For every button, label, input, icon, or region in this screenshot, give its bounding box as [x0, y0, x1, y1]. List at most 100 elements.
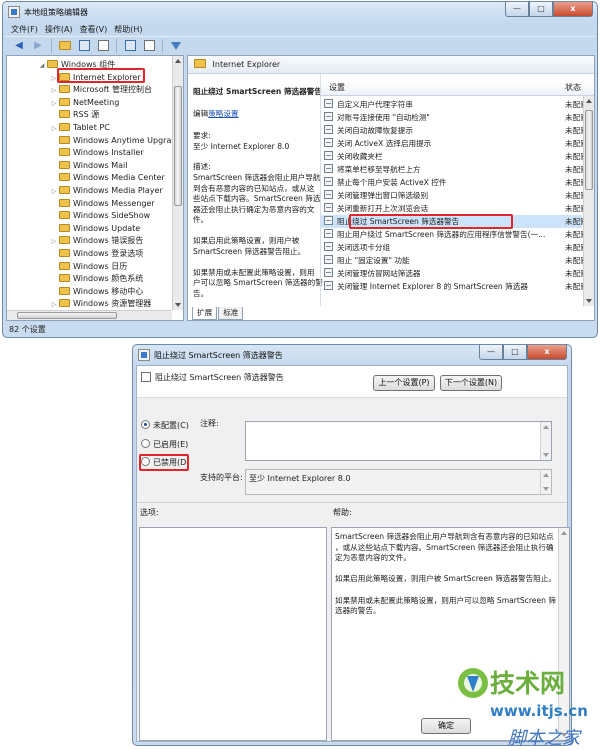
- list-scrollbar[interactable]: [583, 96, 594, 306]
- export-list-icon[interactable]: [95, 39, 111, 53]
- dialog-minimize-button[interactable]: —: [479, 345, 503, 360]
- tree-item[interactable]: Windows Messenger: [49, 197, 155, 210]
- tree-item[interactable]: Windows 颜色系统: [49, 272, 143, 285]
- policy-setting-icon: [324, 99, 333, 108]
- setting-row[interactable]: 阻止 "固定设置" 功能 未配置: [321, 254, 588, 267]
- tree-item[interactable]: ▷ Tablet PC: [49, 121, 110, 134]
- folder-icon: [59, 299, 70, 308]
- tree-item[interactable]: Windows SideShow: [49, 209, 150, 222]
- tree-item[interactable]: Windows Mail: [49, 159, 128, 172]
- setting-row[interactable]: 将菜单栏移至导航栏上方 未配置: [321, 163, 588, 176]
- tree-item[interactable]: ▷ Windows Media Player: [49, 184, 163, 197]
- dialog-titlebar[interactable]: 阻止绕过 SmartScreen 筛选器警告 — □ x: [133, 345, 571, 365]
- forward-arrow-icon[interactable]: ▶: [30, 39, 46, 53]
- tree-item-label: Windows Anytime Upgrade: [73, 135, 182, 145]
- window-controls: — □ x: [505, 2, 593, 17]
- setting-name: 将菜单栏移至导航栏上方: [337, 165, 421, 174]
- tree-item[interactable]: Windows 移动中心: [49, 285, 143, 298]
- main-window: 本地组策略编辑器 — □ x 文件(F) 操作(A) 查看(V) 帮助(H) ◀…: [2, 1, 598, 338]
- setting-row[interactable]: 自定义用户代理字符串 未配置: [321, 98, 588, 111]
- option-enabled[interactable]: 已启用(E): [141, 439, 188, 451]
- tree-item[interactable]: ▷ Windows 错误报告: [49, 234, 143, 247]
- folder-icon: [59, 186, 70, 194]
- details-header-title: Internet Explorer: [212, 60, 281, 69]
- up-folder-icon[interactable]: [57, 39, 73, 53]
- requirement-label: 要求:: [193, 131, 211, 140]
- setting-row[interactable]: 关闭选项卡分组 未配置: [321, 241, 588, 254]
- setting-row[interactable]: 关闭管理弹出窗口筛选级别 未配置: [321, 189, 588, 202]
- tree-item[interactable]: Windows Media Center: [49, 171, 165, 184]
- description-line: 户可以忽略 SmartScreen 筛选器的警: [193, 278, 323, 287]
- policy-icon: [141, 372, 151, 382]
- tree-item[interactable]: Windows Anytime Upgrade: [49, 134, 181, 147]
- setting-row[interactable]: 关闭 ActiveX 选择启用提示 未配置: [321, 137, 588, 150]
- dialog-maximize-button[interactable]: □: [503, 345, 527, 360]
- folder-icon: [59, 261, 70, 270]
- setting-row[interactable]: 关闭管理仿冒网站筛选器 未配置: [321, 267, 588, 280]
- tree-item-label: Windows Messenger: [73, 198, 155, 208]
- tree-item-label: Windows 登录选项: [73, 249, 144, 258]
- radio-not-configured[interactable]: [141, 420, 150, 429]
- platform-scrollbar[interactable]: [540, 470, 551, 494]
- setting-name: 对账号连接使用 "自动检测": [337, 113, 430, 122]
- tree-item-label: RSS 源: [73, 110, 100, 120]
- tree-item[interactable]: Windows 登录选项: [49, 247, 143, 260]
- close-button[interactable]: x: [553, 2, 593, 17]
- setting-row[interactable]: 阻止用户绕过 SmartScreen 筛选器的应用程序信誉警告(一... 未配置: [321, 228, 588, 241]
- comment-textarea[interactable]: [245, 421, 552, 461]
- menu-file[interactable]: 文件(F): [11, 22, 45, 36]
- radio-enabled[interactable]: [141, 439, 150, 448]
- description-line: 到含有恶意内容的已知站点，或从这: [193, 183, 315, 193]
- setting-row[interactable]: 关闭管理 Internet Explorer 8 的 SmartScreen 筛…: [321, 280, 588, 293]
- show-tree-icon[interactable]: [76, 39, 92, 53]
- folder-icon: [59, 274, 70, 283]
- folder-icon: [194, 59, 206, 68]
- column-setting[interactable]: 设置: [329, 80, 345, 96]
- minimize-button[interactable]: —: [505, 2, 529, 17]
- next-setting-button[interactable]: 下一个设置(N): [440, 375, 502, 391]
- folder-icon: [59, 97, 70, 106]
- maximize-button[interactable]: □: [529, 2, 553, 17]
- back-arrow-icon[interactable]: ◀: [11, 39, 27, 53]
- policy-setting-icon: [324, 177, 333, 186]
- setting-row[interactable]: 对账号连接使用 "自动检测" 未配置: [321, 111, 588, 124]
- column-state[interactable]: 状态: [565, 80, 581, 96]
- tree-item[interactable]: Windows Installer: [49, 146, 144, 159]
- setting-row[interactable]: 关闭自动故障恢复提示 未配置: [321, 124, 588, 137]
- requirement-value: 至少 Internet Explorer 8.0: [193, 142, 290, 151]
- tree-item[interactable]: Windows 日历: [49, 260, 127, 273]
- tree-item[interactable]: RSS 源: [49, 108, 99, 121]
- description-line: 件。: [193, 215, 209, 224]
- setting-row[interactable]: 关闭收藏夹栏 未配置: [321, 150, 588, 163]
- folder-icon: [59, 173, 70, 182]
- menu-view[interactable]: 查看(V): [80, 22, 115, 36]
- option-not-configured[interactable]: 未配置(C): [141, 420, 189, 432]
- tab-standard[interactable]: 标准: [218, 307, 244, 320]
- description-title: 阻止绕过 SmartScreen 筛选器警告: [193, 87, 322, 96]
- comment-scrollbar[interactable]: [540, 422, 551, 460]
- setting-row[interactable]: 禁止每个用户安装 ActiveX 控件 未配置: [321, 176, 588, 189]
- tree-item[interactable]: ▷ NetMeeting: [49, 96, 119, 109]
- tree-item[interactable]: ▷ Microsoft 管理控制台: [49, 83, 152, 96]
- tree-hscrollbar[interactable]: [7, 310, 172, 320]
- tree-item-label: Windows Update: [73, 223, 141, 233]
- tree-item[interactable]: ▷ Windows 资源管理器: [49, 297, 151, 310]
- edit-policy-link[interactable]: 策略设置: [208, 109, 238, 118]
- tree-scrollbar[interactable]: [172, 56, 183, 310]
- main-titlebar[interactable]: 本地组策略编辑器 — □ x: [3, 2, 597, 22]
- menu-action[interactable]: 操作(A): [45, 22, 80, 36]
- options-panel: [139, 527, 327, 741]
- tab-extended[interactable]: 扩展: [192, 307, 218, 320]
- filter-icon[interactable]: [168, 39, 184, 53]
- prev-setting-button[interactable]: 上一个设置(P): [373, 375, 435, 391]
- menu-help[interactable]: 帮助(H): [114, 22, 149, 36]
- dialog-close-button[interactable]: x: [527, 345, 567, 360]
- tree-item[interactable]: Windows Update: [49, 222, 140, 235]
- help-icon[interactable]: [122, 39, 138, 53]
- tree-item-label: Windows 错误报告: [73, 236, 144, 246]
- properties-icon[interactable]: [141, 39, 157, 53]
- platform-box: 至少 Internet Explorer 8.0: [245, 469, 552, 495]
- description-line: 如果启用此策略设置，则用户被: [193, 236, 300, 245]
- help-line: 如果启用此策略设置，则用户被 SmartScreen 筛选器警告阻止。: [335, 574, 556, 584]
- tree-expander-icon[interactable]: ◢: [37, 59, 47, 72]
